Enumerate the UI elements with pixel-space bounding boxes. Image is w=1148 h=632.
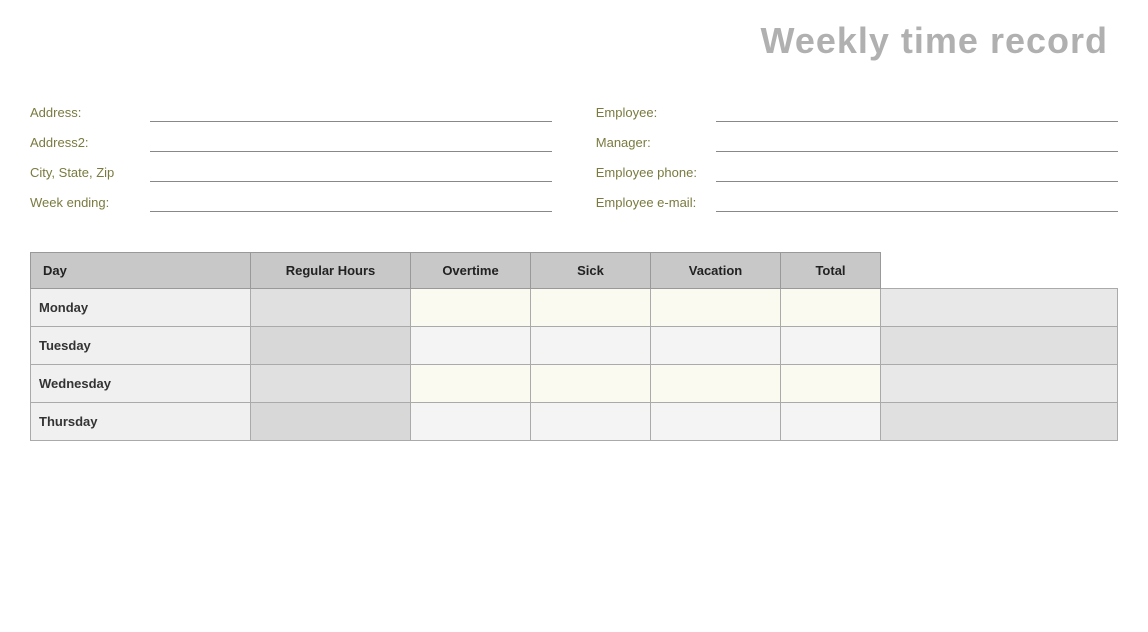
header-vacation: Vacation [651, 253, 781, 289]
city-row: City, State, Zip [30, 162, 552, 182]
employee-input[interactable] [716, 102, 1118, 122]
address-label: Address: [30, 105, 150, 122]
regular-cell[interactable] [411, 365, 531, 403]
manager-label: Manager: [596, 135, 716, 152]
employee-label: Employee: [596, 105, 716, 122]
email-label: Employee e-mail: [596, 195, 716, 212]
total-cell [881, 327, 1118, 365]
total-cell [881, 403, 1118, 441]
address2-row: Address2: [30, 132, 552, 152]
week-ending-row: Week ending: [30, 192, 552, 212]
city-label: City, State, Zip [30, 165, 150, 182]
manager-row: Manager: [596, 132, 1118, 152]
overtime-cell[interactable] [531, 365, 651, 403]
email-input[interactable] [716, 192, 1118, 212]
address-input[interactable] [150, 102, 552, 122]
day-sub-cell [251, 365, 411, 403]
day-name-cell: Monday [31, 289, 251, 327]
table-row: Tuesday [31, 327, 1118, 365]
vacation-cell[interactable] [781, 365, 881, 403]
day-name-cell: Thursday [31, 403, 251, 441]
address2-label: Address2: [30, 135, 150, 152]
address-row: Address: [30, 102, 552, 122]
city-input[interactable] [150, 162, 552, 182]
header-overtime: Overtime [411, 253, 531, 289]
email-row: Employee e-mail: [596, 192, 1118, 212]
day-sub-cell [251, 289, 411, 327]
sick-cell[interactable] [651, 327, 781, 365]
day-sub-cell [251, 403, 411, 441]
week-ending-input[interactable] [150, 192, 552, 212]
header-total: Total [781, 253, 881, 289]
regular-cell[interactable] [411, 327, 531, 365]
phone-row: Employee phone: [596, 162, 1118, 182]
sick-cell[interactable] [651, 365, 781, 403]
table-row: Thursday [31, 403, 1118, 441]
vacation-cell[interactable] [781, 327, 881, 365]
day-name-cell: Wednesday [31, 365, 251, 403]
manager-input[interactable] [716, 132, 1118, 152]
table-row: Monday [31, 289, 1118, 327]
regular-cell[interactable] [411, 403, 531, 441]
table-row: Wednesday [31, 365, 1118, 403]
overtime-cell[interactable] [531, 327, 651, 365]
header-regular: Regular Hours [251, 253, 411, 289]
page-container: Weekly time record Address: Address2: Ci… [0, 0, 1148, 632]
title-area: Weekly time record [30, 20, 1118, 62]
week-ending-label: Week ending: [30, 195, 150, 212]
phone-label: Employee phone: [596, 165, 716, 182]
overtime-cell[interactable] [531, 403, 651, 441]
header-sick: Sick [531, 253, 651, 289]
total-cell [881, 289, 1118, 327]
day-name-cell: Tuesday [31, 327, 251, 365]
form-left: Address: Address2: City, State, Zip Week… [30, 102, 552, 222]
day-sub-cell [251, 327, 411, 365]
form-section: Address: Address2: City, State, Zip Week… [30, 102, 1118, 222]
time-table: Day Regular Hours Overtime Sick Vacation… [30, 252, 1118, 441]
sick-cell[interactable] [651, 403, 781, 441]
form-right: Employee: Manager: Employee phone: Emplo… [596, 102, 1118, 222]
vacation-cell[interactable] [781, 403, 881, 441]
header-day: Day [31, 253, 251, 289]
employee-row: Employee: [596, 102, 1118, 122]
regular-cell[interactable] [411, 289, 531, 327]
overtime-cell[interactable] [531, 289, 651, 327]
sick-cell[interactable] [651, 289, 781, 327]
total-cell [881, 365, 1118, 403]
vacation-cell[interactable] [781, 289, 881, 327]
page-title: Weekly time record [761, 20, 1108, 61]
phone-input[interactable] [716, 162, 1118, 182]
address2-input[interactable] [150, 132, 552, 152]
